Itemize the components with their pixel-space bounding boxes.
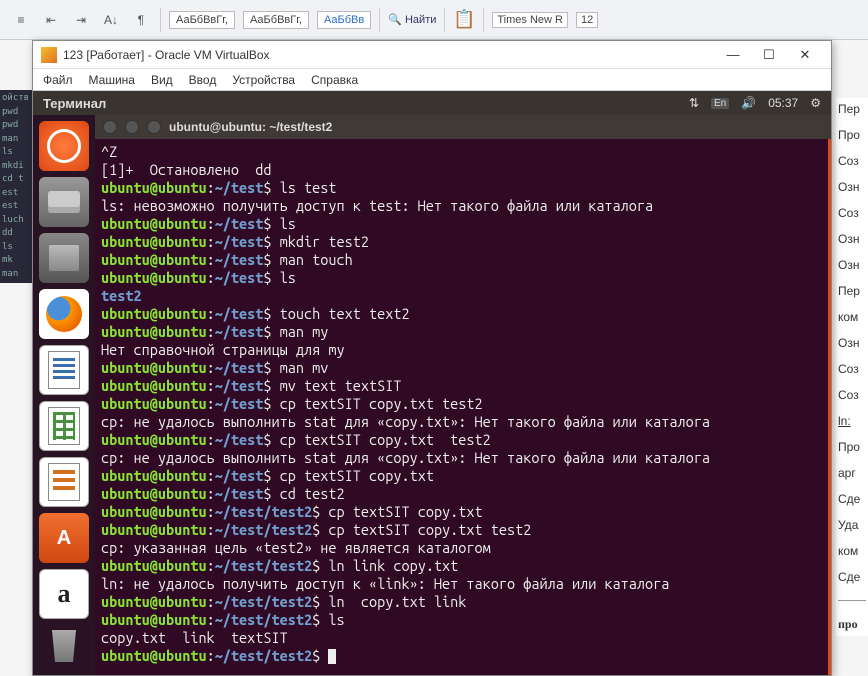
indent-inc-icon[interactable]: ⇥ xyxy=(70,9,92,31)
amazon-icon[interactable]: a xyxy=(39,569,89,619)
dash-icon[interactable] xyxy=(39,121,89,171)
separator xyxy=(483,8,484,32)
impress-icon[interactable] xyxy=(39,457,89,507)
separator xyxy=(160,8,161,32)
terminal-title-text: ubuntu@ubuntu: ~/test/test2 xyxy=(169,120,332,134)
vbox-menu-item[interactable]: Справка xyxy=(311,73,358,87)
list-icon[interactable]: ≡ xyxy=(10,9,32,31)
term-minimize-icon[interactable] xyxy=(125,120,139,134)
term-close-icon[interactable] xyxy=(103,120,117,134)
network-indicator[interactable]: ⇅ xyxy=(689,96,699,110)
virtualbox-window: 123 [Работает] - Oracle VM VirtualBox — … xyxy=(32,40,832,676)
active-app-title: Терминал xyxy=(43,96,106,111)
settings-gear-icon[interactable]: ⚙ xyxy=(810,96,821,110)
pilcrow-icon[interactable]: ¶ xyxy=(130,9,152,31)
vbox-menu-item[interactable]: Вид xyxy=(151,73,173,87)
writer-icon[interactable] xyxy=(39,345,89,395)
separator xyxy=(379,8,380,32)
ubuntu-desktop: a ubuntu@ubuntu: ~/test/test2 ^Z [1]+ Ос… xyxy=(33,115,831,675)
vbox-menu-item[interactable]: Устройства xyxy=(232,73,295,87)
firefox-icon[interactable] xyxy=(39,289,89,339)
style-nospacing[interactable]: АаБбВвГг, xyxy=(243,11,309,29)
unity-launcher: a xyxy=(33,115,95,675)
maximize-button[interactable]: ☐ xyxy=(751,43,787,67)
vbox-menu-item[interactable]: Машина xyxy=(89,73,135,87)
style-heading[interactable]: АаБбВв xyxy=(317,11,371,29)
left-background-fragment: ойствpwdpwdmanlsmkdicd testestluchddlsmk… xyxy=(0,90,32,283)
calc-icon[interactable] xyxy=(39,401,89,451)
sound-indicator[interactable]: 🔊 xyxy=(741,96,756,110)
word-toolbar: ≡ ⇤ ⇥ A↓ ¶ АаБбВвГг, АаБбВвГг, АаБбВв 🔍 … xyxy=(0,0,868,40)
vbox-menubar: Файл Машина Вид Ввод Устройства Справка xyxy=(33,69,831,91)
font-name-select[interactable]: Times New R xyxy=(492,12,568,28)
paste-icon[interactable]: 📋 xyxy=(453,9,475,31)
indent-dec-icon[interactable]: ⇤ xyxy=(40,9,62,31)
vbox-app-icon xyxy=(41,47,57,63)
right-background-fragment: ПерПроСозОзнСозОзнОзнПеркомОзнСозСозln:П… xyxy=(836,98,868,636)
minimize-button[interactable]: — xyxy=(715,43,751,67)
separator xyxy=(444,8,445,32)
ubuntu-top-panel: Терминал ⇅ En 🔊 05:37 ⚙ xyxy=(33,91,831,115)
clock[interactable]: 05:37 xyxy=(768,96,798,110)
terminal-body[interactable]: ^Z [1]+ Остановлено dd ubuntu@ubuntu:~/t… xyxy=(95,139,831,675)
close-button[interactable]: ✕ xyxy=(787,43,823,67)
style-normal[interactable]: АаБбВвГг, xyxy=(169,11,235,29)
files-icon[interactable] xyxy=(39,177,89,227)
font-size-select[interactable]: 12 xyxy=(576,12,598,28)
software-center-icon[interactable] xyxy=(39,513,89,563)
vbox-titlebar[interactable]: 123 [Работает] - Oracle VM VirtualBox — … xyxy=(33,41,831,69)
file-manager-icon[interactable] xyxy=(39,233,89,283)
keyboard-indicator[interactable]: En xyxy=(711,98,729,109)
vbox-title-text: 123 [Работает] - Oracle VM VirtualBox xyxy=(63,48,270,62)
terminal-titlebar[interactable]: ubuntu@ubuntu: ~/test/test2 xyxy=(95,115,831,139)
sort-icon[interactable]: A↓ xyxy=(100,9,122,31)
vbox-menu-item[interactable]: Файл xyxy=(43,73,73,87)
find-label[interactable]: 🔍 Найти xyxy=(388,13,436,26)
terminal-window: ubuntu@ubuntu: ~/test/test2 ^Z [1]+ Оста… xyxy=(95,115,831,675)
vbox-menu-item[interactable]: Ввод xyxy=(189,73,217,87)
term-maximize-icon[interactable] xyxy=(147,120,161,134)
trash-icon[interactable] xyxy=(39,625,89,667)
